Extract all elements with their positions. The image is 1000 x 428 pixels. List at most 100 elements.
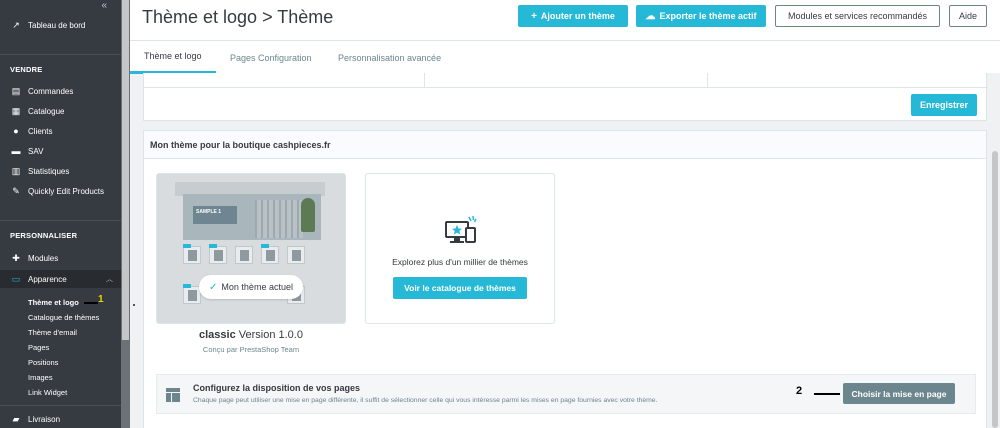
sidebar-item-orders[interactable]: ▤ Commandes <box>0 82 121 100</box>
user-icon: ● <box>13 126 19 136</box>
page-header: Thème et logo > Thème + Ajouter un thème… <box>130 0 1000 40</box>
annotation-number: 2 <box>796 385 803 397</box>
tab-theme-logo[interactable]: Thème et logo <box>130 41 216 74</box>
annotation-number: 1 <box>98 294 104 305</box>
check-icon: ✓ <box>209 281 218 293</box>
tab-pages-configuration[interactable]: Pages Configuration <box>216 41 326 74</box>
tab-bar: Thème et logo Pages Configuration Person… <box>130 40 1000 74</box>
sidebar-item-shipping[interactable]: ▰ Livraison <box>0 410 121 428</box>
puzzle-icon: ✚ <box>12 252 20 263</box>
submenu-item-positions[interactable]: Positions <box>28 358 58 367</box>
scrollbar-thumb[interactable] <box>122 0 129 340</box>
sidebar-item-sav[interactable]: ▬ SAV <box>0 142 121 160</box>
current-theme-badge: ✓ Mon thème actuel <box>199 275 303 299</box>
sidebar-divider <box>0 220 121 221</box>
help-button[interactable]: Aide <box>949 5 987 27</box>
explore-themes-card: Explorez plus d'un millier de thèmes Voi… <box>365 173 555 324</box>
explore-themes-text: Explorez plus d'un millier de thèmes <box>392 257 528 267</box>
pencil-icon: ✎ <box>12 185 20 196</box>
column-divider <box>707 73 708 87</box>
layout-title: Configurez la disposition de vos pages <box>193 383 361 393</box>
sidebar: « ↗ Tableau de bord VENDRE ▤ Commandes ▦… <box>0 0 121 428</box>
button-label: Ajouter un thème <box>540 11 615 21</box>
recommended-modules-button[interactable]: Modules et services recommandés <box>775 5 940 27</box>
product-tile <box>183 244 201 264</box>
collapse-sidebar-icon[interactable]: « <box>101 0 107 11</box>
sidebar-divider <box>0 54 121 55</box>
column-divider <box>424 73 425 87</box>
store-icon: ▦ <box>11 105 21 116</box>
product-tile <box>235 246 253 264</box>
banner-title: SAMPLE 1 <box>193 206 237 224</box>
logo-settings-card: Enregistrer <box>143 73 988 121</box>
chat-icon: ▬ <box>11 146 21 156</box>
theme-name-value: classic <box>199 329 236 341</box>
save-button[interactable]: Enregistrer <box>911 94 977 116</box>
sidebar-item-label: Livraison <box>28 414 61 424</box>
sidebar-section-title: PERSONNALISER <box>10 231 78 240</box>
plant-image <box>301 198 315 232</box>
sidebar-item-quick-edit[interactable]: ✎ Quickly Edit Products <box>0 182 121 200</box>
sidebar-item-label: Quickly Edit Products <box>28 186 105 196</box>
product-tile <box>209 244 227 264</box>
trending-up-icon: ↗ <box>12 19 20 30</box>
submenu-item-theme-catalog[interactable]: Catalogue de thèmes <box>28 313 99 322</box>
my-theme-card: Mon thème pour la boutique cashpieces.fr… <box>143 130 987 428</box>
card-heading: Mon thème pour la boutique cashpieces.fr <box>144 131 986 159</box>
submenu-item-email-theme[interactable]: Thème d'email <box>28 328 77 337</box>
theme-thumbnail: SAMPLE 1 ✓ Mon thème actuel <box>156 173 346 324</box>
sidebar-item-label: Commandes <box>28 86 74 96</box>
submenu-item-pages[interactable]: Pages <box>28 343 49 352</box>
sidebar-item-label: Clients <box>28 126 53 136</box>
sidebar-item-appearance[interactable]: ▭ Apparence ︿ <box>0 270 121 288</box>
card-divider <box>144 87 988 88</box>
annotation-arrow <box>814 393 840 395</box>
cursor-dot <box>133 304 135 306</box>
submenu-item-images[interactable]: Images <box>28 373 53 382</box>
truck-icon: ▰ <box>12 413 20 424</box>
main-scrollbar[interactable] <box>990 73 1000 428</box>
chevron-up-icon: ︿ <box>106 276 113 283</box>
sidebar-item-label: Catalogue <box>28 106 65 116</box>
badge-label: Mon thème actuel <box>221 282 293 292</box>
theme-version: Version 1.0.0 <box>238 329 303 341</box>
layout-icon <box>166 388 180 402</box>
cloud-upload-icon: ☁ <box>645 10 656 22</box>
page-title: Thème et logo > Thème <box>142 7 334 27</box>
choose-layout-button[interactable]: Choisir la mise en page <box>843 383 955 404</box>
layout-description: Chaque page peut utiliser une mise en pa… <box>193 397 658 404</box>
monitor-star-icon <box>445 215 477 243</box>
sidebar-item-label: Apparence <box>28 274 67 284</box>
tab-advanced-customization[interactable]: Personnalisation avancée <box>324 41 455 74</box>
monitor-icon: ▭ <box>11 273 21 284</box>
theme-author: Conçu par PrestaShop Team <box>202 345 300 354</box>
thumbnail-banner: SAMPLE 1 <box>183 194 321 240</box>
plus-icon: + <box>531 10 537 22</box>
inbox-icon: ▤ <box>11 85 21 96</box>
product-tile <box>261 244 279 264</box>
pegboard-image <box>255 200 303 238</box>
submenu-item-link-widget[interactable]: Link Widget <box>28 388 67 397</box>
sidebar-scrollbar[interactable] <box>121 0 130 428</box>
export-theme-button[interactable]: ☁ Exporter le thème actif <box>636 5 766 27</box>
sidebar-item-label: Tableau de bord <box>28 20 86 30</box>
button-label: Exporter le thème actif <box>659 11 757 21</box>
sidebar-item-label: Statistiques <box>28 166 70 176</box>
sidebar-item-dashboard[interactable]: ↗ Tableau de bord <box>0 16 121 34</box>
add-theme-button[interactable]: + Ajouter un thème <box>518 5 628 27</box>
product-tile <box>287 246 305 264</box>
sidebar-section-title: VENDRE <box>10 65 43 74</box>
sidebar-item-catalog[interactable]: ▦ Catalogue <box>0 102 121 120</box>
sidebar-item-label: Modules <box>28 253 59 263</box>
annotation-arrow <box>84 302 98 304</box>
bar-chart-icon: ▥ <box>11 165 21 176</box>
sidebar-item-customers[interactable]: ● Clients <box>0 122 121 140</box>
layout-config-bar: Configurez la disposition de vos pages C… <box>156 374 976 414</box>
theme-catalog-button[interactable]: Voir le catalogue de thèmes <box>393 277 527 299</box>
theme-name: classic Version 1.0.0 <box>156 329 346 341</box>
sidebar-item-modules[interactable]: ✚ Modules <box>0 249 121 267</box>
sidebar-divider <box>0 405 121 406</box>
scrollbar-thumb[interactable] <box>992 151 998 428</box>
sidebar-item-stats[interactable]: ▥ Statistiques <box>0 162 121 180</box>
submenu-item-theme-logo[interactable]: Thème et logo <box>28 298 79 307</box>
